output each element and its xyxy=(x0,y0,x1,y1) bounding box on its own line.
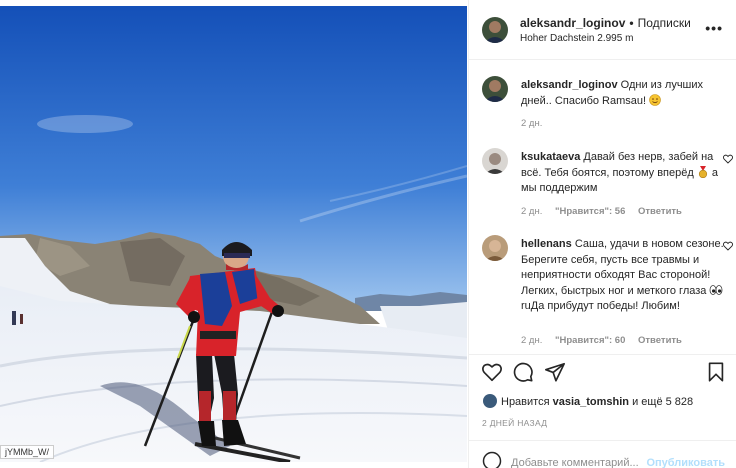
caption-meta: 2 дн. xyxy=(521,118,552,129)
smile-emoji-icon xyxy=(649,93,661,106)
liker-username[interactable]: vasia_tomshin xyxy=(553,396,629,408)
eyes-emoji-icon xyxy=(710,284,723,295)
comment-meta: 2 дн. "Нравится": 60 Ответить xyxy=(521,335,692,346)
follow-button[interactable]: Подписки xyxy=(638,16,691,30)
comment-body: ksukataeva Давай без нерв, забей на всё.… xyxy=(521,150,726,197)
caption-author[interactable]: aleksandr_loginov xyxy=(521,79,618,91)
likes-prefix: Нравится xyxy=(501,396,550,408)
comment-icon[interactable] xyxy=(512,361,534,383)
bookmark-icon[interactable] xyxy=(705,361,727,383)
medal-emoji-icon xyxy=(698,165,707,178)
comment-heart-icon[interactable] xyxy=(723,154,733,164)
publish-button[interactable]: Опубликовать xyxy=(646,457,725,468)
heart-icon[interactable] xyxy=(481,361,503,383)
likes-count[interactable]: и ещё 5 828 xyxy=(632,396,693,408)
commenter-avatar[interactable] xyxy=(482,235,508,261)
reply-button[interactable]: Ответить xyxy=(638,206,682,217)
comment-author[interactable]: hellenans xyxy=(521,238,572,250)
post-location[interactable]: Hoher Dachstein 2.995 m xyxy=(520,33,633,44)
post-date[interactable]: 2 ДНЕЙ НАЗАД xyxy=(482,418,547,428)
comment-time[interactable]: 2 дн. xyxy=(521,206,542,217)
action-bar xyxy=(469,354,736,384)
liker-avatar xyxy=(483,394,497,408)
reply-button[interactable]: Ответить xyxy=(638,335,682,346)
skier-photo xyxy=(0,6,467,462)
commenter-avatar[interactable] xyxy=(482,148,508,174)
comment-time[interactable]: 2 дн. xyxy=(521,335,542,346)
likes-summary[interactable]: Нравится vasia_tomshin и ещё 5 828 xyxy=(483,394,693,408)
add-comment-bar: Добавьте комментарий... Опубликовать xyxy=(469,440,736,468)
author-username[interactable]: aleksandr_loginov xyxy=(520,16,625,30)
author-avatar[interactable] xyxy=(482,17,508,43)
caption-time[interactable]: 2 дн. xyxy=(521,118,542,129)
send-icon[interactable] xyxy=(544,361,566,383)
comment-input[interactable]: Добавьте комментарий... xyxy=(511,457,639,468)
comment-meta: 2 дн. "Нравится": 56 Ответить xyxy=(521,206,692,217)
comment-body: hellenans Саша, удачи в новом сезоне. Бе… xyxy=(521,237,726,315)
comment-likes[interactable]: "Нравится": 56 xyxy=(555,206,625,217)
comment-author[interactable]: ksukataeva xyxy=(521,151,580,163)
post-photo[interactable]: jYMMb_W/ xyxy=(0,6,467,462)
comment-text-end: ruДа прибудут победы! Любим! xyxy=(521,300,680,312)
comment-likes[interactable]: "Нравится": 60 xyxy=(555,335,625,346)
post-side-panel: aleksandr_loginov • Подписки Hoher Dachste… xyxy=(468,0,736,468)
post-header: aleksandr_loginov • Подписки Hoher Dachste… xyxy=(469,0,736,60)
separator-dot: • xyxy=(629,16,634,30)
emoji-picker-icon[interactable] xyxy=(482,451,502,468)
caption-body: aleksandr_loginov Одни из лучших дней.. … xyxy=(521,78,726,109)
more-horizontal-icon[interactable]: ••• xyxy=(705,20,723,36)
photo-tag: jYMMb_W/ xyxy=(0,445,55,459)
caption-avatar[interactable] xyxy=(482,76,508,102)
comment-heart-icon[interactable] xyxy=(723,241,733,251)
